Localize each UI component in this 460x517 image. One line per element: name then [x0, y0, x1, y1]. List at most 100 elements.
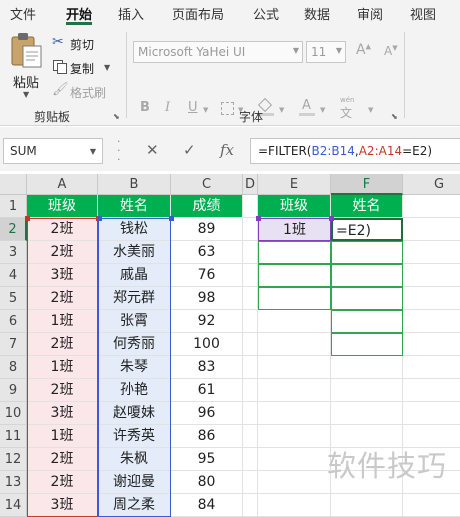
table-cell[interactable]: 98 — [171, 287, 243, 310]
row-header-14[interactable]: 14 — [0, 494, 27, 517]
table-header[interactable]: 姓名 — [98, 195, 171, 218]
cell[interactable] — [403, 264, 460, 287]
clipboard-launcher-icon[interactable]: ⬊ — [113, 112, 120, 121]
decrease-font-icon[interactable]: A▼ — [384, 44, 398, 58]
phonetic-guide-icon[interactable]: wén 文 — [338, 96, 364, 120]
table-cell[interactable]: 80 — [171, 471, 243, 494]
cell[interactable] — [331, 402, 403, 425]
table-cell[interactable]: 1班 — [27, 310, 98, 333]
tab-view[interactable]: 视图 — [410, 4, 436, 23]
table-cell[interactable]: 戚晶 — [98, 264, 171, 287]
cell[interactable] — [403, 195, 460, 218]
table-cell[interactable]: 朱琴 — [98, 356, 171, 379]
row-header-7[interactable]: 7 — [0, 333, 27, 356]
font-size-select[interactable]: 11 ▼ — [306, 41, 346, 63]
table-cell[interactable]: 63 — [171, 241, 243, 264]
increase-font-icon[interactable]: A▲ — [356, 42, 371, 58]
table-cell[interactable]: 2班 — [27, 287, 98, 310]
range-handle[interactable] — [169, 216, 174, 221]
table-cell[interactable]: 何秀丽 — [98, 333, 171, 356]
table-cell[interactable]: 2班 — [27, 218, 98, 241]
cell[interactable] — [331, 379, 403, 402]
cell[interactable] — [403, 287, 460, 310]
lookup-header[interactable]: 姓名 — [331, 195, 403, 218]
cell[interactable] — [403, 218, 460, 241]
cell[interactable] — [243, 448, 258, 471]
font-launcher-icon[interactable]: ⬊ — [391, 112, 398, 121]
cell[interactable] — [403, 402, 460, 425]
table-cell[interactable]: 86 — [171, 425, 243, 448]
row-header-1[interactable]: 1 — [0, 195, 27, 218]
cell[interactable] — [243, 379, 258, 402]
cell[interactable] — [243, 264, 258, 287]
cell[interactable] — [258, 425, 331, 448]
row-header-13[interactable]: 13 — [0, 471, 27, 494]
lookup-header[interactable]: 班级 — [258, 195, 331, 218]
borders-icon[interactable] — [221, 102, 234, 115]
column-header-b[interactable]: B — [98, 174, 171, 195]
tab-review[interactable]: 审阅 — [357, 4, 383, 23]
cell[interactable] — [258, 264, 331, 287]
cell[interactable] — [331, 333, 403, 356]
table-cell[interactable]: 2班 — [27, 241, 98, 264]
row-header-2[interactable]: 2 — [0, 218, 27, 241]
column-header-f[interactable]: F — [331, 174, 403, 195]
cell[interactable] — [403, 356, 460, 379]
range-handle[interactable] — [256, 216, 261, 221]
select-all-corner[interactable] — [0, 174, 27, 195]
cell[interactable] — [258, 241, 331, 264]
row-header-4[interactable]: 4 — [0, 264, 27, 287]
tab-file[interactable]: 文件 — [10, 4, 36, 23]
cell[interactable] — [243, 356, 258, 379]
cell[interactable] — [331, 264, 403, 287]
cancel-icon[interactable]: ✕ — [146, 141, 159, 159]
chevron-down-icon[interactable]: ▼ — [203, 106, 208, 114]
cell[interactable] — [258, 333, 331, 356]
font-color-icon[interactable]: A — [299, 98, 315, 116]
cell[interactable] — [243, 471, 258, 494]
cell[interactable] — [331, 241, 403, 264]
table-cell[interactable]: 孙艳 — [98, 379, 171, 402]
cell[interactable] — [243, 195, 258, 218]
range-handle[interactable] — [329, 216, 334, 221]
tab-formulas[interactable]: 公式 — [253, 4, 279, 23]
table-cell[interactable]: 许秀英 — [98, 425, 171, 448]
enter-icon[interactable]: ✓ — [183, 141, 196, 159]
cell[interactable] — [258, 494, 331, 517]
table-cell[interactable]: 2班 — [27, 448, 98, 471]
cell[interactable] — [258, 379, 331, 402]
cell[interactable] — [403, 379, 460, 402]
cell[interactable] — [403, 310, 460, 333]
cell[interactable] — [258, 287, 331, 310]
cell[interactable] — [258, 448, 331, 471]
cell[interactable] — [258, 402, 331, 425]
table-cell[interactable]: 周之柔 — [98, 494, 171, 517]
range-handle[interactable] — [97, 216, 102, 221]
drag-handle-icon[interactable]: · · · — [117, 136, 121, 165]
insert-function-icon[interactable]: fx — [220, 141, 234, 159]
cut-button[interactable]: ✂ 剪切 — [52, 34, 122, 54]
table-header[interactable]: 班级 — [27, 195, 98, 218]
row-header-10[interactable]: 10 — [0, 402, 27, 425]
cell[interactable] — [243, 310, 258, 333]
name-box[interactable]: SUM ▼ — [3, 138, 103, 164]
table-cell[interactable]: 76 — [171, 264, 243, 287]
table-cell[interactable]: 1班 — [27, 425, 98, 448]
cell[interactable] — [243, 241, 258, 264]
cell[interactable] — [243, 402, 258, 425]
row-header-3[interactable]: 3 — [0, 241, 27, 264]
format-painter-button[interactable]: 🖌 格式刷 — [52, 82, 122, 102]
column-header-g[interactable]: G — [403, 174, 460, 195]
row-header-12[interactable]: 12 — [0, 448, 27, 471]
font-name-select[interactable]: Microsoft YaHei UI ▼ — [133, 41, 303, 63]
table-cell[interactable]: 张霄 — [98, 310, 171, 333]
table-cell[interactable]: 3班 — [27, 494, 98, 517]
table-cell[interactable]: 赵嗄妹 — [98, 402, 171, 425]
cell[interactable] — [403, 333, 460, 356]
criteria-cell[interactable]: 1班 — [258, 218, 331, 241]
cell[interactable] — [331, 356, 403, 379]
cell[interactable] — [243, 218, 258, 241]
tab-insert[interactable]: 插入 — [118, 4, 144, 23]
cell[interactable] — [403, 241, 460, 264]
cell[interactable] — [243, 333, 258, 356]
